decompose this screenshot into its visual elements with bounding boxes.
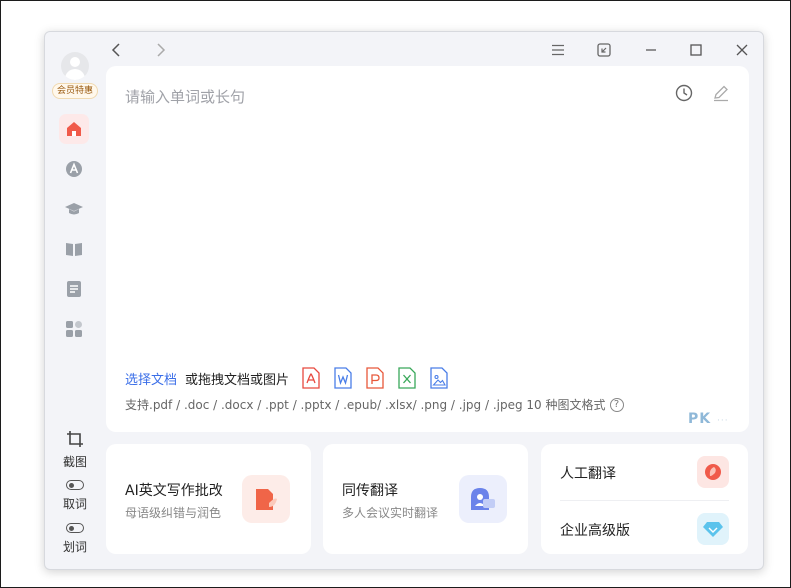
dictionary-icon <box>66 161 82 177</box>
sidebar-item-apps[interactable] <box>59 314 89 344</box>
pen-icon <box>714 85 728 102</box>
enterprise-icon-tile[interactable] <box>697 513 729 545</box>
pick-word-label: 取词 <box>62 497 87 511</box>
translate-input-panel[interactable]: 请输入单词或长句 选择文档 或拖拽文档或图片 支持.pdf / .doc / .… <box>106 66 749 432</box>
human-translation-link[interactable]: 人工翻译 <box>560 463 616 483</box>
screen: 会员特惠 截图 取词 划词 请输入单词或长句 选择文档 或拖拽文档或图片 支持.… <box>0 0 791 588</box>
ai-writing-subtitle: 母语级纠错与润色 <box>125 506 222 520</box>
screenshot-tool[interactable]: 截图 <box>53 430 97 470</box>
document-upload-row: 选择文档 或拖拽文档或图片 <box>125 366 449 390</box>
ai-writing-icon-tile <box>242 475 290 523</box>
chevron-right-icon <box>157 43 166 57</box>
maximize-icon <box>690 44 702 56</box>
chevron-left-icon <box>111 43 120 57</box>
human-translation-icon-tile[interactable] <box>697 456 729 488</box>
select-document-link[interactable]: 选择文档 <box>125 369 177 388</box>
screenshot-label: 截图 <box>62 455 87 469</box>
watermark-sub: ··· <box>716 416 729 426</box>
menu-button[interactable] <box>548 40 568 60</box>
select-word-tool[interactable]: 划词 <box>53 522 97 555</box>
sidebar-item-wordbook[interactable] <box>59 234 89 264</box>
sidebar: 会员特惠 截图 取词 划词 <box>45 32 103 569</box>
close-icon <box>736 44 748 56</box>
meeting-user-icon <box>471 488 495 510</box>
sidebar-item-dictionary[interactable] <box>59 154 89 184</box>
avatar-body <box>65 69 85 80</box>
formats-label: 支持.pdf / .doc / .docx / .ppt / .pptx / .… <box>125 398 606 412</box>
avatar[interactable] <box>61 52 89 80</box>
avatar-head <box>70 57 80 67</box>
word-file-icon[interactable] <box>333 367 353 389</box>
mini-mode-button[interactable] <box>594 40 614 60</box>
select-word-label: 划词 <box>62 540 87 554</box>
pdf-file-icon[interactable] <box>301 367 321 389</box>
pick-word-toggle[interactable] <box>66 480 84 490</box>
input-placeholder[interactable]: 请输入单词或长句 <box>125 86 245 107</box>
maximize-button[interactable] <box>686 40 706 60</box>
diamond-icon <box>703 522 723 537</box>
image-file-icon[interactable] <box>429 367 449 389</box>
watermark: PK ··· <box>688 411 729 427</box>
document-correction-icon <box>256 489 277 510</box>
sidebar-item-courses[interactable] <box>59 194 89 224</box>
mini-window-icon <box>597 43 611 57</box>
help-icon[interactable]: ? <box>609 397 624 412</box>
sidebar-item-home[interactable] <box>59 114 89 144</box>
home-icon <box>67 122 81 136</box>
handwriting-button[interactable] <box>712 84 730 102</box>
graduation-cap-icon <box>65 203 83 215</box>
human-translation-icon <box>705 464 721 480</box>
supported-formats-text: 支持.pdf / .doc / .docx / .ppt / .pptx / .… <box>125 396 624 413</box>
book-icon <box>66 243 82 256</box>
select-word-toggle[interactable] <box>66 523 84 533</box>
forward-button[interactable] <box>151 40 171 60</box>
menu-icon <box>552 44 564 56</box>
apps-grid-icon <box>66 321 82 337</box>
close-button[interactable] <box>732 40 752 60</box>
ai-writing-title: AI英文写作批改 <box>125 483 223 499</box>
history-button[interactable] <box>675 84 693 102</box>
enterprise-link[interactable]: 企业高级版 <box>560 520 630 540</box>
watermark-text: PK <box>688 411 712 427</box>
back-button[interactable] <box>106 40 126 60</box>
services-card: 人工翻译 企业高级版 <box>541 444 748 554</box>
simultaneous-icon-tile <box>459 475 507 523</box>
drag-hint: 或拖拽文档或图片 <box>185 372 290 388</box>
ai-writing-card[interactable]: AI英文写作批改 母语级纠错与润色 <box>106 444 311 554</box>
minimize-button[interactable] <box>641 40 661 60</box>
clock-icon <box>675 84 693 102</box>
services-divider <box>560 500 729 501</box>
ppt-file-icon[interactable] <box>365 367 385 389</box>
minimize-icon <box>646 49 656 51</box>
simultaneous-translation-card[interactable]: 同传翻译 多人会议实时翻译 <box>323 444 528 554</box>
sidebar-item-notes[interactable] <box>59 274 89 304</box>
crop-icon <box>67 431 83 447</box>
app-window: 会员特惠 截图 取词 划词 请输入单词或长句 选择文档 或拖拽文档或图片 支持.… <box>44 31 764 570</box>
note-icon <box>67 281 81 297</box>
vip-offer-badge[interactable]: 会员特惠 <box>52 83 98 99</box>
simultaneous-subtitle: 多人会议实时翻译 <box>342 506 439 520</box>
pick-word-tool[interactable]: 取词 <box>53 479 97 512</box>
simultaneous-title: 同传翻译 <box>342 483 398 499</box>
excel-file-icon[interactable] <box>397 367 417 389</box>
